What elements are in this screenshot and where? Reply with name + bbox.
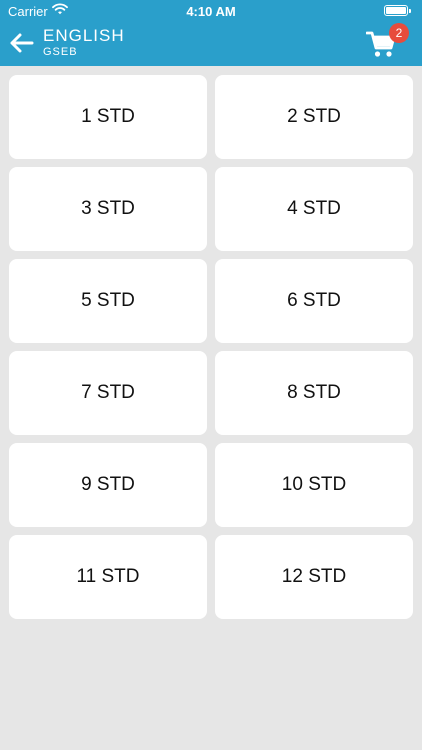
page-subtitle: GSEB [43, 46, 78, 58]
page-title: ENGLISH [43, 26, 125, 45]
standard-card-2[interactable]: 2 STD [215, 75, 413, 159]
standard-card-4[interactable]: 4 STD [215, 167, 413, 251]
top-bar: Carrier 4:10 AM ENGLISH GSEB 2 [0, 0, 422, 66]
standard-card-3[interactable]: 3 STD [9, 167, 207, 251]
back-button[interactable] [8, 32, 34, 54]
cart-count-badge: 2 [389, 23, 409, 43]
standard-card-10[interactable]: 10 STD [215, 443, 413, 527]
standard-card-7[interactable]: 7 STD [9, 351, 207, 435]
standard-card-6[interactable]: 6 STD [215, 259, 413, 343]
standard-card-8[interactable]: 8 STD [215, 351, 413, 435]
status-bar: Carrier 4:10 AM [0, 0, 422, 22]
standards-grid: 1 STD 2 STD 3 STD 4 STD 5 STD 6 STD 7 ST… [9, 75, 413, 619]
standard-card-1[interactable]: 1 STD [9, 75, 207, 159]
standard-card-5[interactable]: 5 STD [9, 259, 207, 343]
status-time: 4:10 AM [186, 4, 236, 19]
battery-icon [384, 5, 411, 16]
standard-card-12[interactable]: 12 STD [215, 535, 413, 619]
standard-card-11[interactable]: 11 STD [9, 535, 207, 619]
standard-card-9[interactable]: 9 STD [9, 443, 207, 527]
header-titles: ENGLISH GSEB [43, 26, 125, 59]
